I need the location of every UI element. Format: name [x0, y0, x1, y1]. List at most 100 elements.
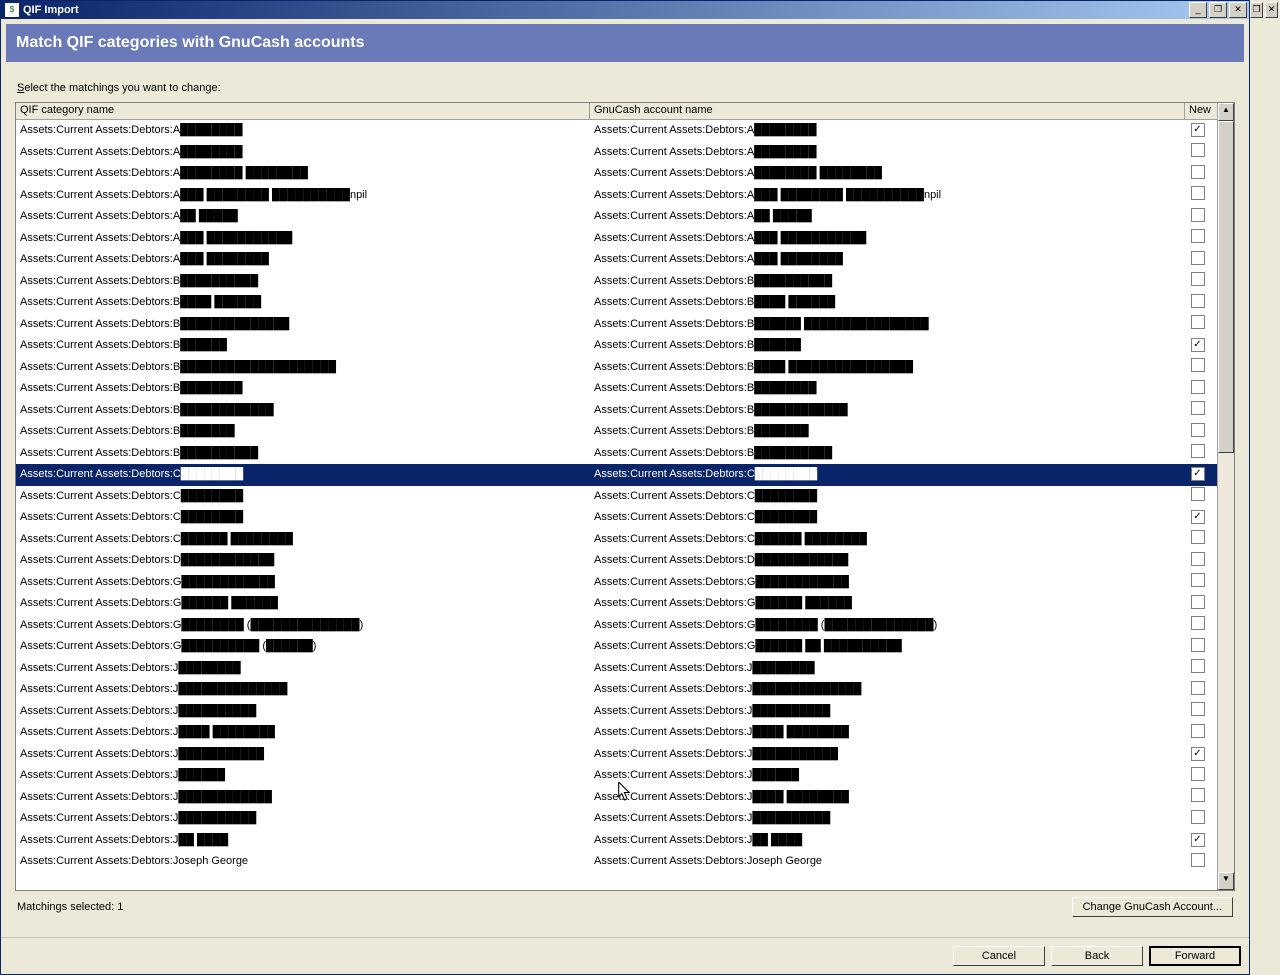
checkbox-icon[interactable]	[1191, 401, 1205, 415]
scroll-up-button[interactable]: ▲	[1218, 103, 1234, 121]
cell-new-checkbox[interactable]	[1185, 422, 1211, 441]
cell-new-checkbox[interactable]	[1185, 400, 1211, 419]
table-row[interactable]: Assets:Current Assets:Debtors:A███ █████…	[16, 228, 1217, 250]
checkbox-icon[interactable]	[1191, 380, 1205, 394]
cell-new-checkbox[interactable]	[1185, 357, 1211, 376]
checkbox-icon[interactable]	[1191, 810, 1205, 824]
table-row[interactable]: Assets:Current Assets:Debtors:A████████ …	[16, 163, 1217, 185]
checkbox-icon[interactable]	[1191, 595, 1205, 609]
table-row[interactable]: Assets:Current Assets:Debtors:J█████████…	[16, 679, 1217, 701]
checkbox-icon[interactable]	[1191, 788, 1205, 802]
table-row[interactable]: Assets:Current Assets:Debtors:C████████A…	[16, 507, 1217, 529]
checkbox-icon[interactable]	[1191, 444, 1205, 458]
cell-new-checkbox[interactable]	[1185, 723, 1211, 742]
checkbox-icon[interactable]	[1191, 165, 1205, 179]
checkbox-icon[interactable]: ✓	[1191, 123, 1205, 137]
vertical-scrollbar[interactable]: ▲ ▼	[1217, 103, 1234, 890]
minimize-button[interactable]: _	[1189, 2, 1207, 18]
col-new[interactable]: New?	[1185, 103, 1211, 119]
cell-new-checkbox[interactable]	[1185, 637, 1211, 656]
cell-new-checkbox[interactable]	[1185, 658, 1211, 677]
cancel-button[interactable]: Cancel	[953, 946, 1045, 966]
cell-new-checkbox[interactable]	[1185, 271, 1211, 290]
checkbox-icon[interactable]	[1191, 616, 1205, 630]
checkbox-icon[interactable]	[1191, 358, 1205, 372]
table-row[interactable]: Assets:Current Assets:Debtors:J█████████…	[16, 701, 1217, 723]
cell-new-checkbox[interactable]	[1185, 809, 1211, 828]
titlebar[interactable]: $ QIF Import _ ❐ ✕	[1, 1, 1249, 19]
table-row[interactable]: Assets:Current Assets:Debtors:A███ █████…	[16, 185, 1217, 207]
table-row[interactable]: Assets:Current Assets:Debtors:A████████A…	[16, 142, 1217, 164]
checkbox-icon[interactable]	[1191, 487, 1205, 501]
col-gnucash-account[interactable]: GnuCash account name	[590, 103, 1185, 119]
checkbox-icon[interactable]: ✓	[1191, 467, 1205, 481]
checkbox-icon[interactable]	[1191, 681, 1205, 695]
table-row[interactable]: Assets:Current Assets:Debtors:C████████A…	[16, 464, 1217, 486]
cell-new-checkbox[interactable]	[1185, 572, 1211, 591]
table-row[interactable]: Assets:Current Assets:Debtors:C████████A…	[16, 486, 1217, 508]
checkbox-icon[interactable]	[1191, 530, 1205, 544]
bg-close-button[interactable]: ✕	[1265, 2, 1278, 18]
checkbox-icon[interactable]	[1191, 724, 1205, 738]
table-row[interactable]: Assets:Current Assets:Debtors:J█████████…	[16, 808, 1217, 830]
table-row[interactable]: Assets:Current Assets:Debtors:G█████████…	[16, 636, 1217, 658]
checkbox-icon[interactable]: ✓	[1191, 747, 1205, 761]
checkbox-icon[interactable]: ✓	[1191, 510, 1205, 524]
cell-new-checkbox[interactable]	[1185, 443, 1211, 462]
table-row[interactable]: Assets:Current Assets:Debtors:G████████ …	[16, 615, 1217, 637]
cell-new-checkbox[interactable]: ✓	[1185, 122, 1211, 138]
checkbox-icon[interactable]	[1191, 423, 1205, 437]
cell-new-checkbox[interactable]	[1185, 615, 1211, 634]
table-row[interactable]: Assets:Current Assets:Debtors:C██████ ██…	[16, 529, 1217, 551]
table-row[interactable]: Assets:Current Assets:Debtors:J██████Ass…	[16, 765, 1217, 787]
checkbox-icon[interactable]	[1191, 702, 1205, 716]
checkbox-icon[interactable]	[1191, 294, 1205, 308]
cell-new-checkbox[interactable]	[1185, 228, 1211, 247]
forward-button[interactable]: Forward	[1149, 946, 1241, 966]
cell-new-checkbox[interactable]	[1185, 207, 1211, 226]
cell-new-checkbox[interactable]	[1185, 250, 1211, 269]
bg-maximize-button[interactable]: ❐	[1250, 2, 1263, 18]
table-row[interactable]: Assets:Current Assets:Debtors:B█████████…	[16, 314, 1217, 336]
table-row[interactable]: Assets:Current Assets:Debtors:J█████████…	[16, 787, 1217, 809]
cell-new-checkbox[interactable]	[1185, 701, 1211, 720]
checkbox-icon[interactable]	[1191, 186, 1205, 200]
table-row[interactable]: Assets:Current Assets:Debtors:G██████ ██…	[16, 593, 1217, 615]
cell-new-checkbox[interactable]	[1185, 293, 1211, 312]
table-row[interactable]: Assets:Current Assets:Debtors:B████████A…	[16, 378, 1217, 400]
col-qif-category[interactable]: QIF category name	[16, 103, 590, 119]
cell-new-checkbox[interactable]	[1185, 529, 1211, 548]
cell-new-checkbox[interactable]	[1185, 314, 1211, 333]
cell-new-checkbox[interactable]	[1185, 142, 1211, 161]
table-row[interactable]: Assets:Current Assets:Debtors:B█████████…	[16, 357, 1217, 379]
table-row[interactable]: Assets:Current Assets:Debtors:J██ ████As…	[16, 830, 1217, 852]
cell-new-checkbox[interactable]	[1185, 379, 1211, 398]
scroll-track[interactable]	[1218, 121, 1234, 872]
table-row[interactable]: Assets:Current Assets:Debtors:B█████████…	[16, 271, 1217, 293]
cell-new-checkbox[interactable]	[1185, 852, 1211, 871]
checkbox-icon[interactable]	[1191, 552, 1205, 566]
cell-new-checkbox[interactable]	[1185, 787, 1211, 806]
checkbox-icon[interactable]	[1191, 315, 1205, 329]
change-account-button[interactable]: Change GnuCash Account...	[1072, 897, 1233, 917]
table-row[interactable]: Assets:Current Assets:Debtors:A████████A…	[16, 120, 1217, 142]
cell-new-checkbox[interactable]: ✓	[1185, 509, 1211, 525]
table-row[interactable]: Assets:Current Assets:Debtors:J████████A…	[16, 658, 1217, 680]
checkbox-icon[interactable]	[1191, 272, 1205, 286]
maximize-button[interactable]: ❐	[1209, 2, 1227, 18]
table-row[interactable]: Assets:Current Assets:Debtors:B█████████…	[16, 443, 1217, 465]
scroll-down-button[interactable]: ▼	[1218, 872, 1234, 890]
cell-new-checkbox[interactable]: ✓	[1185, 466, 1211, 482]
cell-new-checkbox[interactable]	[1185, 164, 1211, 183]
table-row[interactable]: Assets:Current Assets:Debtors:Joseph Geo…	[16, 851, 1217, 872]
checkbox-icon[interactable]	[1191, 767, 1205, 781]
checkbox-icon[interactable]	[1191, 251, 1205, 265]
table-row[interactable]: Assets:Current Assets:Debtors:B█████████…	[16, 400, 1217, 422]
cell-new-checkbox[interactable]	[1185, 551, 1211, 570]
cell-new-checkbox[interactable]	[1185, 594, 1211, 613]
table-row[interactable]: Assets:Current Assets:Debtors:A██ █████A…	[16, 206, 1217, 228]
cell-new-checkbox[interactable]	[1185, 486, 1211, 505]
checkbox-icon[interactable]	[1191, 229, 1205, 243]
cell-new-checkbox[interactable]: ✓	[1185, 746, 1211, 762]
table-row[interactable]: Assets:Current Assets:Debtors:G█████████…	[16, 572, 1217, 594]
